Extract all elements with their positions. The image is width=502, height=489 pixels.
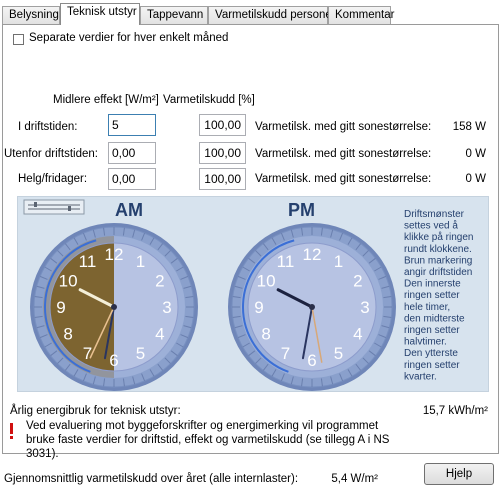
average-heat-label: Gjennomsnittlig varmetilskudd over året … [4, 473, 299, 485]
help-line: ringen setter [404, 290, 460, 301]
help-button[interactable]: Hjelp [424, 463, 494, 485]
tab-belysning[interactable]: Belysning [2, 6, 60, 24]
clock-number: 5 [334, 344, 343, 363]
heat-input-driftstid[interactable]: 100,00 [199, 114, 246, 136]
clock-number: 8 [63, 325, 72, 344]
heat-column-header: Varmetilskudd [%] [163, 94, 255, 106]
effect-input-utenfor[interactable]: 0,00 [108, 142, 156, 164]
separate-values-checkbox[interactable] [13, 34, 24, 45]
clock-number: 2 [155, 272, 164, 291]
help-line: Den innerste [404, 279, 461, 290]
result-label-driftstid: Varmetilsk. med gitt sonestørrelse: [255, 121, 432, 133]
annual-energy-value: 15,7 kWh/m² [422, 405, 488, 417]
help-line: angir driftstiden [404, 267, 472, 278]
am-label: AM [115, 200, 143, 220]
result-value-driftstid: 158 W [452, 121, 486, 133]
help-line: Den ytterste [404, 348, 458, 359]
effect-input-driftstid[interactable]: 5 [108, 114, 156, 136]
help-line: hele timer, [404, 302, 450, 313]
clock-number: 9 [56, 298, 65, 317]
clock-canvas: AM PM 12 1234567891011 12 1234567891011 Dr… [23, 199, 473, 391]
help-line: den midterste [404, 313, 465, 324]
annual-energy-label: Årlig energibruk for teknisk utstyr: [10, 405, 181, 417]
help-line: ringen setter [404, 325, 460, 336]
slider-icon[interactable] [23, 199, 85, 215]
average-heat-value: 5,4 W/m² [331, 473, 378, 485]
clock-number: 4 [155, 325, 164, 344]
clock-number: 11 [79, 252, 97, 271]
clock-number: 6 [307, 351, 316, 370]
clock-panel: AM PM 12 1 2 3 4 5 6 7 8 9 10 11 12 1 2 3 4 5 6 7 8 9 10 11 Dr… [17, 196, 489, 392]
help-line: Brun markering [404, 255, 472, 266]
row-label-driftstid: I driftstiden: [18, 121, 78, 133]
clock-number: 1 [136, 252, 145, 271]
clock-number: 12 [105, 245, 124, 264]
tab-varmetilskudd-personer[interactable]: Varmetilskudd personer [208, 6, 336, 24]
clock-number: 8 [261, 325, 270, 344]
tab-kommentar[interactable]: Kommentar [328, 6, 394, 24]
clock-number: 7 [281, 344, 290, 363]
clock-number: 3 [360, 298, 369, 317]
clock-number: 10 [257, 272, 276, 291]
effect-column-header: Midlere effekt [W/m²] [53, 94, 159, 106]
pm-label: PM [288, 200, 315, 220]
help-line: Driftsmønster [404, 209, 465, 220]
clock-number: 12 [303, 245, 322, 264]
am-clock[interactable]: 12 12 3 45678 9 1011 [30, 223, 198, 391]
clock-number: 9 [254, 298, 263, 317]
help-line: klikke på ringen [404, 231, 473, 243]
heat-input-utenfor[interactable]: 100,00 [199, 142, 246, 164]
result-label-helg: Varmetilsk. med gitt sonestørrelse: [255, 173, 432, 185]
result-value-utenfor: 0 W [465, 148, 486, 160]
result-value-helg: 0 W [465, 173, 486, 185]
help-line: ringen setter [404, 360, 460, 371]
row-label-utenfor: Utenfor driftstiden: [4, 148, 98, 160]
clock-number: 2 [353, 272, 362, 291]
row-label-helg: Helg/fridager: [18, 173, 88, 185]
heat-input-helg[interactable]: 100,00 [199, 168, 246, 190]
tab-tappevann[interactable]: Tappevann [140, 6, 208, 24]
pm-clock[interactable]: 12 12 3 45678 9 1011 [228, 223, 396, 391]
clock-number: 3 [162, 298, 171, 317]
clock-number: 5 [136, 344, 145, 363]
clock-number: 11 [277, 252, 295, 271]
clock-number: 10 [59, 272, 78, 291]
clock-number: 7 [83, 344, 92, 363]
clock-number: 6 [109, 351, 118, 370]
effect-input-helg[interactable]: 0,00 [108, 168, 156, 190]
help-line: halvtimer. [404, 337, 447, 348]
separate-values-label: Separate verdier for hver enkelt måned [29, 32, 229, 44]
clock-number: 4 [353, 325, 362, 344]
tab-strip: Belysning Teknisk utstyr Tappevann Varme… [0, 0, 502, 26]
help-line: kvarter. [404, 371, 437, 382]
help-line: rundt klokkene. [404, 244, 472, 255]
clock-help-text: Driftsmønstersettes ved åklikke på ringe… [404, 209, 473, 382]
result-label-utenfor: Varmetilsk. med gitt sonestørrelse: [255, 148, 432, 160]
tab-teknisk-utstyr[interactable]: Teknisk utstyr [60, 3, 140, 25]
clock-number: 1 [334, 252, 343, 271]
exclamation-icon [9, 423, 15, 441]
help-line: settes ved å [404, 220, 458, 232]
warning-text: Ved evaluering mot byggeforskrifter og e… [26, 420, 390, 460]
